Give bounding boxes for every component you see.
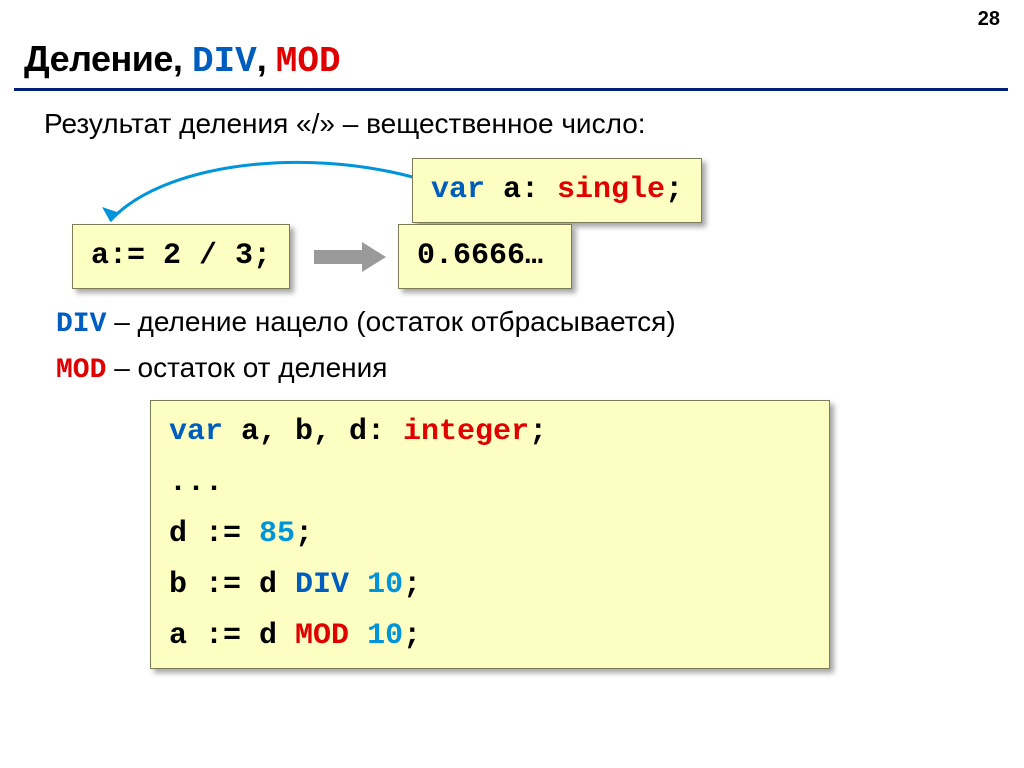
- code-box-var-decl: var a: single;: [412, 158, 702, 223]
- connector-curve: [80, 155, 430, 235]
- kw-var: var: [431, 173, 485, 207]
- code-text: d :=: [169, 517, 259, 551]
- page-number: 28: [978, 8, 1000, 31]
- kw-var: var: [169, 415, 223, 449]
- code-text: a := d: [169, 619, 295, 653]
- code-text: ;: [295, 517, 313, 551]
- kw-div: DIV: [295, 568, 349, 602]
- definition-div: DIV – деление нацело (остаток отбрасывае…: [56, 306, 676, 340]
- code-text: a:: [485, 173, 557, 207]
- code-box-result: 0.6666…: [398, 224, 572, 289]
- kw-mod: MOD: [56, 355, 106, 386]
- kw-mod: MOD: [295, 619, 349, 653]
- title-underline: [14, 88, 1008, 91]
- definition-mod: MOD – остаток от деления: [56, 352, 387, 386]
- code-text: ;: [403, 619, 421, 653]
- arrow-icon: [314, 244, 394, 270]
- code-number: 10: [367, 568, 403, 602]
- slide-title: Деление, DIV, MOD: [24, 38, 341, 82]
- title-comma: ,: [173, 38, 192, 79]
- title-comma: ,: [257, 38, 276, 79]
- code-text: [349, 568, 367, 602]
- title-div-kw: DIV: [192, 41, 257, 82]
- code-text: ;: [529, 415, 547, 449]
- definition-text: – деление нацело (остаток отбрасывается): [106, 306, 675, 337]
- code-text: b := d: [169, 568, 295, 602]
- kw-div: DIV: [56, 309, 106, 340]
- title-mod-kw: MOD: [276, 41, 341, 82]
- title-word: Деление: [24, 38, 173, 79]
- subtitle: Результат деления «/» – вещественное чис…: [44, 108, 646, 140]
- code-text: a, b, d:: [223, 415, 403, 449]
- kw-type: single: [557, 173, 665, 207]
- code-number: 10: [367, 619, 403, 653]
- code-text: ;: [403, 568, 421, 602]
- code-text: ;: [665, 173, 683, 207]
- code-number: 85: [259, 517, 295, 551]
- code-box-main: var a, b, d: integer; ... d := 85; b := …: [150, 400, 830, 669]
- code-box-assign: a:= 2 / 3;: [72, 224, 290, 289]
- kw-type: integer: [403, 415, 529, 449]
- definition-text: – остаток от деления: [106, 352, 387, 383]
- code-text: [349, 619, 367, 653]
- code-text: ...: [169, 466, 223, 500]
